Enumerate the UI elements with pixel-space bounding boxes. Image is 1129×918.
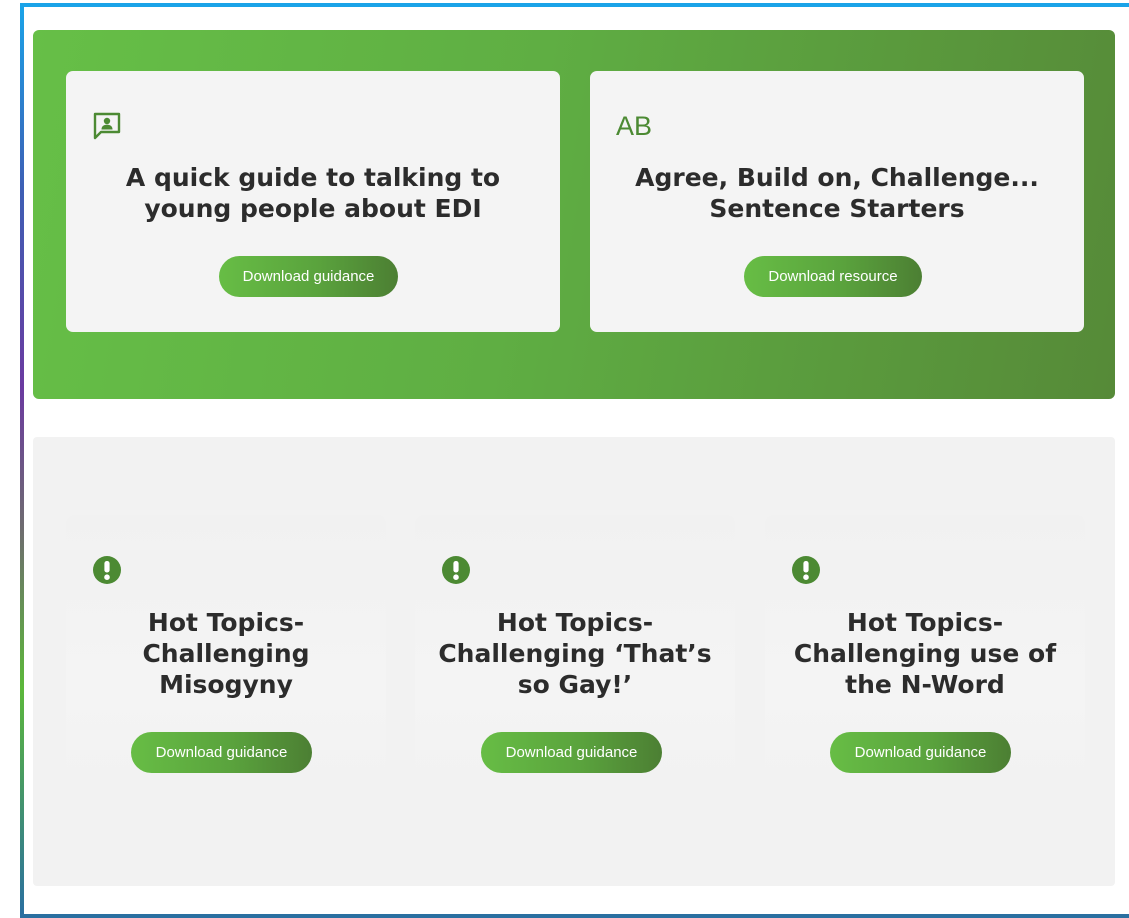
ab-letters-icon: AB [616,111,653,141]
exclamation-circle-icon [92,555,122,590]
download-guidance-button[interactable]: Download guidance [830,732,1011,773]
resource-card-sentence-starters: AB Agree, Build on, Challenge... Sentenc… [590,71,1084,332]
download-guidance-button[interactable]: Download guidance [219,256,398,297]
download-resource-button[interactable]: Download resource [744,256,922,297]
card-title: A quick guide to talking to young people… [125,163,501,223]
download-guidance-button[interactable]: Download guidance [131,732,312,773]
hot-topic-card-thats-so-gay: Hot Topics- Challenging ‘That’s so Gay!’… [415,515,735,797]
download-guidance-button[interactable]: Download guidance [481,732,662,773]
exclamation-circle-icon [441,555,471,590]
card-title: Agree, Build on, Challenge... Sentence S… [635,163,1039,223]
presentation-person-icon [92,111,122,146]
hot-topic-card-n-word: Hot Topics- Challenging use of the N-Wor… [765,515,1085,797]
card-title: Hot Topics- Challenging ‘That’s so Gay!’ [438,608,712,699]
exclamation-circle-icon [791,555,821,590]
hot-topic-card-misogyny: Hot Topics- Challenging Misogyny Downloa… [66,515,386,797]
resource-card-edi-guide: A quick guide to talking to young people… [66,71,560,332]
card-title: Hot Topics- Challenging use of the N-Wor… [793,608,1057,699]
card-title: Hot Topics- Challenging Misogyny [142,608,310,699]
